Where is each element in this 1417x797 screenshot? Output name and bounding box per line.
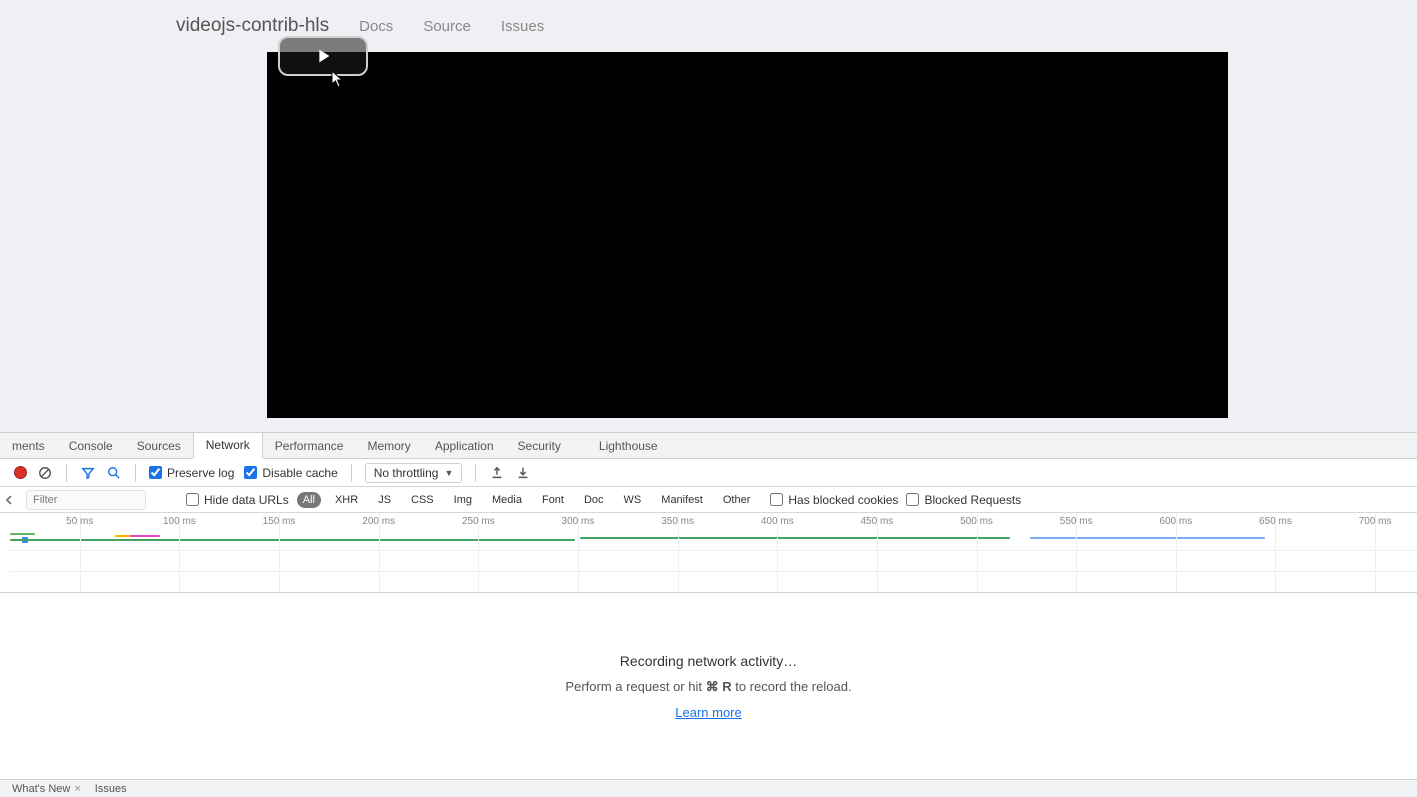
has-blocked-cookies-label: Has blocked cookies	[788, 493, 898, 507]
timeline-tick-label: 450 ms	[860, 516, 893, 527]
timeline-tick-label: 350 ms	[661, 516, 694, 527]
throttling-select[interactable]: No throttling ▼	[365, 463, 463, 483]
blocked-requests-label: Blocked Requests	[924, 493, 1021, 507]
timeline-tick-label: 550 ms	[1060, 516, 1093, 527]
timeline-tick-label: 200 ms	[362, 516, 395, 527]
type-filter-doc[interactable]: Doc	[578, 492, 610, 508]
caret-down-icon: ▼	[444, 468, 453, 478]
type-filter-all[interactable]: All	[297, 492, 321, 508]
close-icon[interactable]: ×	[74, 783, 80, 795]
page-navbar: videojs-contrib-hls Docs Source Issues	[0, 0, 1417, 52]
type-filter-css[interactable]: CSS	[405, 492, 440, 508]
tab-elements[interactable]: ments	[0, 433, 57, 458]
drawer-tab-issues[interactable]: Issues	[91, 783, 131, 795]
nav-link-issues[interactable]: Issues	[501, 18, 544, 35]
empty-state-title: Recording network activity…	[620, 653, 797, 669]
drawer-tab-label: What's New	[12, 783, 70, 795]
timeline-bar	[1030, 537, 1265, 539]
filter-icon[interactable]	[80, 465, 96, 481]
timeline-bar	[130, 535, 160, 537]
toolbar-divider	[135, 464, 136, 482]
timeline-tick-label: 700 ms	[1359, 516, 1392, 527]
timeline-tick-label: 600 ms	[1159, 516, 1192, 527]
timeline-tick-label: 300 ms	[562, 516, 595, 527]
type-filter-other[interactable]: Other	[717, 492, 757, 508]
timeline-tick-label: 500 ms	[960, 516, 993, 527]
preserve-log-checkbox[interactable]: Preserve log	[149, 466, 234, 480]
type-filter-xhr[interactable]: XHR	[329, 492, 364, 508]
empty-state-hint-post: to record the reload.	[732, 679, 852, 694]
type-filter-ws[interactable]: WS	[618, 492, 648, 508]
blocked-requests-checkbox[interactable]: Blocked Requests	[906, 493, 1021, 507]
tab-sources[interactable]: Sources	[125, 433, 193, 458]
timeline-tick-label: 400 ms	[761, 516, 794, 527]
clear-icon[interactable]	[37, 465, 53, 481]
timeline-bar	[580, 537, 1010, 539]
network-filter-bar: Hide data URLs All XHR JS CSS Img Media …	[0, 487, 1417, 513]
empty-state-hint: Perform a request or hit ⌘ R to record t…	[565, 679, 851, 695]
drawer-tab-whats-new[interactable]: What's New ×	[8, 783, 85, 795]
network-toolbar: Preserve log Disable cache No throttling…	[0, 459, 1417, 487]
play-icon	[312, 45, 334, 67]
timeline-divider	[10, 550, 1417, 551]
empty-state-hint-key: ⌘ R	[706, 679, 732, 694]
tab-console[interactable]: Console	[57, 433, 125, 458]
tab-memory[interactable]: Memory	[355, 433, 422, 458]
hide-data-urls-label: Hide data URLs	[204, 493, 289, 507]
timeline-tick-label: 250 ms	[462, 516, 495, 527]
drawer-tab-label: Issues	[95, 783, 127, 795]
timeline-tick-label: 150 ms	[263, 516, 296, 527]
network-timeline[interactable]: 50 ms 100 ms 150 ms 200 ms 250 ms 300 ms 350 m…	[0, 513, 1417, 593]
type-filter-js[interactable]: JS	[372, 492, 397, 508]
tab-performance[interactable]: Performance	[263, 433, 356, 458]
devtools-drawer: What's New × Issues	[0, 779, 1417, 797]
disable-cache-label: Disable cache	[262, 466, 337, 480]
learn-more-link[interactable]: Learn more	[675, 705, 741, 720]
timeline-divider	[10, 571, 1417, 572]
preserve-log-label: Preserve log	[167, 466, 234, 480]
timeline-bar	[10, 539, 575, 541]
filter-input[interactable]	[26, 490, 146, 510]
type-filter-manifest[interactable]: Manifest	[655, 492, 709, 508]
devtools-tabs: ments Console Sources Network Performanc…	[0, 433, 1417, 459]
type-filter-img[interactable]: Img	[448, 492, 478, 508]
nav-link-source[interactable]: Source	[423, 18, 471, 35]
chevron-left-icon[interactable]	[4, 495, 14, 505]
timeline-bar	[10, 533, 35, 535]
tab-lighthouse[interactable]: Lighthouse	[587, 433, 670, 458]
video-player[interactable]	[267, 52, 1228, 418]
download-har-icon[interactable]	[515, 465, 531, 481]
type-filter-font[interactable]: Font	[536, 492, 570, 508]
search-icon[interactable]	[106, 465, 122, 481]
timeline-tick-label: 50 ms	[66, 516, 93, 527]
toolbar-divider	[66, 464, 67, 482]
toolbar-divider	[351, 464, 352, 482]
nav-link-docs[interactable]: Docs	[359, 18, 393, 35]
upload-har-icon[interactable]	[489, 465, 505, 481]
play-button[interactable]	[278, 36, 368, 76]
brand-title: videojs-contrib-hls	[176, 15, 329, 37]
timeline-tick-label: 650 ms	[1259, 516, 1292, 527]
hide-data-urls-checkbox[interactable]: Hide data URLs	[186, 493, 289, 507]
has-blocked-cookies-checkbox[interactable]: Has blocked cookies	[770, 493, 898, 507]
throttling-label: No throttling	[374, 466, 439, 480]
disable-cache-checkbox[interactable]: Disable cache	[244, 466, 337, 480]
type-filter-media[interactable]: Media	[486, 492, 528, 508]
toolbar-divider	[475, 464, 476, 482]
network-empty-state: Recording network activity… Perform a re…	[0, 593, 1417, 779]
empty-state-hint-pre: Perform a request or hit	[565, 679, 705, 694]
devtools-panel: ments Console Sources Network Performanc…	[0, 432, 1417, 797]
timeline-tick-label: 100 ms	[163, 516, 196, 527]
tab-application[interactable]: Application	[423, 433, 506, 458]
tab-security[interactable]: Security	[506, 433, 573, 458]
tab-network[interactable]: Network	[193, 433, 263, 459]
record-button[interactable]	[14, 466, 27, 479]
